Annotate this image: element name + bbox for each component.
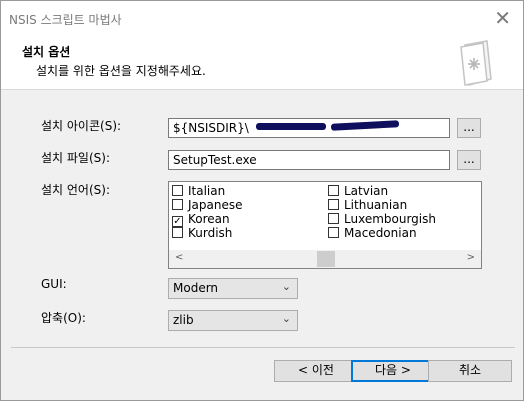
language-item[interactable]: Italian [172,184,225,198]
chevron-down-icon: ⌄ [281,312,291,325]
gui-select[interactable]: Modern ⌄ [168,278,298,299]
divider [11,347,515,348]
setup-file-value: SetupTest.exe [173,153,257,167]
horizontal-scrollbar[interactable]: < > [169,250,481,268]
compression-select-value: zlib [173,313,194,327]
installer-icon-value: ${NSISDIR}\ [173,121,249,135]
checkbox[interactable] [328,185,339,196]
language-item[interactable]: Japanese [172,198,243,212]
setup-file-label: 설치 파일(S): [41,151,110,165]
window-title: NSIS 스크립트 마법사 [9,13,122,27]
checkbox[interactable] [172,185,183,196]
compression-select[interactable]: zlib ⌄ [168,310,298,331]
gui-label: GUI: [41,277,67,291]
scroll-left-icon[interactable]: < [175,252,183,263]
compression-label: 압축(O): [41,311,86,325]
wizard-window: NSIS 스크립트 마법사 ✕ 설치 옵션 설치를 위한 옵션을 지정해주세요.… [0,0,524,401]
checkbox[interactable] [172,227,183,238]
back-button[interactable]: < 이전 [274,360,358,382]
language-item[interactable]: ✓ Korean [172,212,230,227]
close-icon[interactable]: ✕ [494,6,511,30]
gui-select-value: Modern [173,281,219,295]
checkbox[interactable] [328,199,339,210]
language-label: 설치 언어(S): [41,183,110,197]
checkbox[interactable] [172,199,183,210]
next-button[interactable]: 다음 > [351,360,435,382]
language-item[interactable]: Luxembourgish [328,212,436,226]
installer-page-icon [460,40,492,86]
browse-icon-button[interactable]: ... [457,118,481,138]
language-item[interactable]: Macedonian [328,226,417,240]
scroll-right-icon[interactable]: > [467,252,475,263]
checkbox[interactable] [328,213,339,224]
language-item[interactable]: Latvian [328,184,388,198]
title-bar: NSIS 스크립트 마법사 ✕ [1,1,523,35]
language-item[interactable]: Kurdish [172,226,232,240]
page-subtitle: 설치를 위한 옵션을 지정해주세요. [36,64,206,78]
setup-file-input[interactable]: SetupTest.exe [168,150,450,170]
scroll-thumb[interactable] [317,251,335,267]
chevron-down-icon: ⌄ [281,280,291,293]
language-listbox[interactable]: Italian Japanese ✓ Korean Kurdish Latvian… [168,181,482,269]
checkbox[interactable] [328,227,339,238]
page-header: 설치 옵션 설치를 위한 옵션을 지정해주세요. [1,35,523,90]
browse-file-button[interactable]: ... [457,150,481,170]
cancel-button[interactable]: 취소 [428,360,512,382]
redaction-mark [256,123,326,130]
installer-icon-label: 설치 아이콘(S): [41,119,122,133]
language-item[interactable]: Lithuanian [328,198,407,212]
page-title: 설치 옵션 [22,45,71,59]
